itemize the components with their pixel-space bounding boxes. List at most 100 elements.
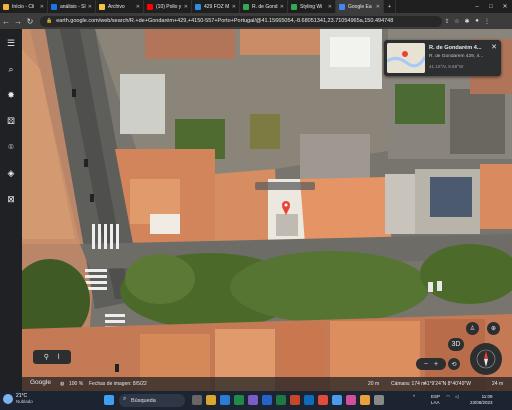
tab-favicon-icon (3, 3, 9, 10)
back-icon[interactable]: ← (0, 17, 12, 26)
browser-tab[interactable]: Styling Wi ✕ (288, 0, 336, 13)
cloud-icon (3, 393, 13, 404)
search-label: Búsqueda (131, 397, 156, 404)
tab-close-icon[interactable]: ✕ (230, 4, 236, 10)
chrome-icon[interactable] (234, 395, 244, 405)
sticky-notes-icon[interactable] (360, 395, 370, 405)
tab-close-icon[interactable]: ✕ (38, 4, 44, 10)
settings-gear-icon[interactable] (374, 395, 384, 405)
input-language[interactable]: ESP LAA (431, 394, 440, 406)
tab-close-icon[interactable]: ✕ (86, 4, 92, 10)
pegman-icon[interactable]: ♙ (466, 322, 479, 335)
forward-icon[interactable]: → (12, 17, 24, 26)
globe-icon: ◍ (60, 381, 65, 387)
share-icon[interactable]: ⇪ (442, 18, 452, 25)
browser-tab[interactable]: 429 FOZ M ✕ (192, 0, 240, 13)
imagery-date[interactable]: Fechas de imagen: 8/5/22 (89, 381, 147, 387)
zoom-out-icon[interactable]: − (424, 361, 428, 368)
ground-altitude: 24 m (492, 381, 504, 387)
tab-label: Styling Wi (300, 3, 323, 10)
zoom-controls[interactable]: − + (416, 358, 446, 370)
tray-chevron-icon[interactable]: ^ (413, 394, 415, 399)
file-explorer-icon[interactable] (206, 395, 216, 405)
close-window-icon[interactable]: ✕ (498, 3, 512, 10)
clock[interactable]: 11:09 23/08/2023 (470, 394, 493, 406)
tab-label: Archivo (108, 3, 125, 10)
earth-3d-map-view[interactable] (0, 29, 512, 391)
reload-icon[interactable]: ↻ (24, 17, 36, 26)
tab-close-icon[interactable]: ✕ (374, 4, 380, 10)
camera-altitude: Cámara: 174 m (391, 381, 426, 387)
browser-tab-bar: Início - Cli ✕ análisis - Sl ✕ Archivo ✕ (10) … (0, 0, 512, 13)
excel-icon[interactable] (276, 395, 286, 405)
tab-label: análisis - Sl (60, 3, 86, 10)
drop-pin-icon[interactable]: ⚲ (44, 353, 49, 361)
wifi-icon[interactable]: ◠ (446, 394, 450, 400)
tab-favicon-icon (291, 3, 297, 10)
compass-needle-icon (476, 349, 496, 369)
search-icon: ⌕ (123, 396, 127, 402)
pin-measure-controls[interactable]: ⚲ ⌇ (33, 350, 71, 364)
windows-taskbar: 21°C Nublado ⌕ Búsqueda ^ ESP LAA ◠ ◁ 11… (0, 391, 512, 410)
voyager-icon[interactable]: ✸ (3, 87, 19, 103)
profile-icon[interactable]: ● (472, 18, 482, 24)
extensions-icon[interactable]: ✱ (462, 18, 472, 25)
map-style-layers-icon[interactable]: ◈ (3, 165, 19, 181)
tab-label: 429 FOZ M (204, 3, 230, 10)
browser-tab[interactable]: análisis - Sl ✕ (48, 0, 96, 13)
search-icon[interactable]: ⌕ (3, 61, 19, 77)
tab-label: (10) Pollo y (156, 3, 182, 10)
compass-icon[interactable] (470, 343, 502, 375)
edge-icon[interactable] (220, 395, 230, 405)
projects-pin-icon[interactable]: ⌾ (3, 139, 19, 155)
volume-icon[interactable]: ◁ (455, 394, 458, 400)
weather-widget[interactable]: 21°C Nublado (3, 393, 33, 404)
tab-label: Início - Cli (12, 3, 35, 10)
tilt-icon[interactable]: ⟲ (448, 358, 460, 370)
minimize-icon[interactable]: – (470, 4, 484, 10)
tab-close-icon[interactable]: ✕ (278, 4, 284, 10)
tab-close-icon[interactable]: ✕ (182, 4, 188, 10)
bookmark-star-icon[interactable]: ☆ (452, 18, 462, 25)
browser-tab[interactable]: R. de Gond ✕ (240, 0, 288, 13)
zoom-in-icon[interactable]: + (434, 361, 438, 368)
measure-icon[interactable]: ⊠ (3, 191, 19, 207)
new-tab-icon[interactable]: + (384, 0, 396, 13)
measure-path-icon[interactable]: ⌇ (57, 353, 60, 361)
taskbar-search[interactable]: ⌕ Búsqueda (119, 394, 185, 407)
address-bar-row: ← → ↻ 🔒 earth.google.com/web/search/R.+d… (0, 13, 512, 29)
place-info-card[interactable]: R. de Gondarém 4... R. de Gondarém 429, … (384, 40, 501, 76)
clock-date: 23/08/2023 (470, 400, 493, 405)
powerpoint-icon[interactable] (290, 395, 300, 405)
location-thumbnail (387, 43, 425, 73)
tab-favicon-icon (243, 3, 249, 10)
random-dice-icon[interactable]: ⚄ (3, 113, 19, 129)
tab-favicon-icon (147, 3, 153, 10)
maximize-icon[interactable]: □ (484, 4, 498, 10)
browser-tab[interactable]: Google Ea ✕ (336, 0, 384, 13)
tab-close-icon[interactable]: ✕ (326, 4, 332, 10)
left-sidebar: ☰ ⌕ ✸ ⚄ ⌾ ◈ ⊠ ⚲ (0, 29, 47, 391)
onedrive-icon[interactable] (332, 395, 342, 405)
browser-tab[interactable]: Início - Cli ✕ (0, 0, 48, 13)
outlook-icon[interactable] (304, 395, 314, 405)
app-icon[interactable] (346, 395, 356, 405)
word-icon[interactable] (262, 395, 272, 405)
browser-tab[interactable]: Archivo ✕ (96, 0, 144, 13)
task-view-icon[interactable] (192, 395, 202, 405)
windows-start-icon[interactable] (104, 395, 114, 405)
menu-hamburger-icon[interactable]: ☰ (3, 35, 19, 51)
tab-favicon-icon (195, 3, 201, 10)
keyboard-layout: LAA (431, 400, 440, 405)
toggle-3d-button[interactable]: 3D (448, 338, 464, 351)
pdf-reader-icon[interactable] (318, 395, 328, 405)
teams-icon[interactable] (248, 395, 258, 405)
map-status-bar: Google ◍ 100 % Fechas de imagen: 8/5/22 … (0, 377, 512, 391)
my-location-icon[interactable]: ⊕ (487, 322, 500, 335)
url-field[interactable]: 🔒 earth.google.com/web/search/R.+de+Gond… (40, 15, 442, 27)
browser-tab[interactable]: (10) Pollo y ✕ (144, 0, 192, 13)
close-icon[interactable]: ✕ (491, 43, 497, 51)
load-percent: 100 % (69, 381, 84, 387)
menu-dots-icon[interactable]: ⋮ (482, 18, 492, 25)
tab-close-icon[interactable]: ✕ (134, 4, 140, 10)
